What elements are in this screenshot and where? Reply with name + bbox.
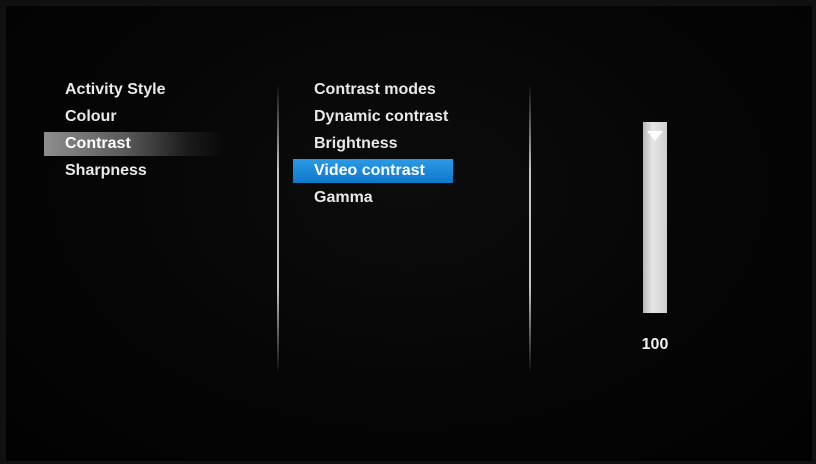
submenu-item-dynamic-contrast[interactable]: Dynamic contrast: [293, 105, 453, 129]
slider-value-readout: 100: [641, 336, 669, 353]
submenu-item-video-contrast[interactable]: Video contrast: [293, 159, 453, 183]
menu-item-activity-style[interactable]: Activity Style: [44, 78, 224, 102]
menu-item-colour[interactable]: Colour: [44, 105, 224, 129]
menu-item-contrast[interactable]: Contrast: [44, 132, 224, 156]
column-divider: [529, 84, 531, 374]
tv-settings-screen: Activity Style Colour Contrast Sharpness…: [6, 6, 812, 461]
menu-item-sharpness[interactable]: Sharpness: [44, 159, 224, 183]
submenu-item-gamma[interactable]: Gamma: [293, 186, 453, 210]
submenu-item-brightness[interactable]: Brightness: [293, 132, 453, 156]
column-divider: [277, 84, 279, 374]
triangle-down-icon[interactable]: [647, 131, 663, 141]
submenu-item-contrast-modes[interactable]: Contrast modes: [293, 78, 453, 102]
video-contrast-slider[interactable]: [643, 122, 667, 313]
